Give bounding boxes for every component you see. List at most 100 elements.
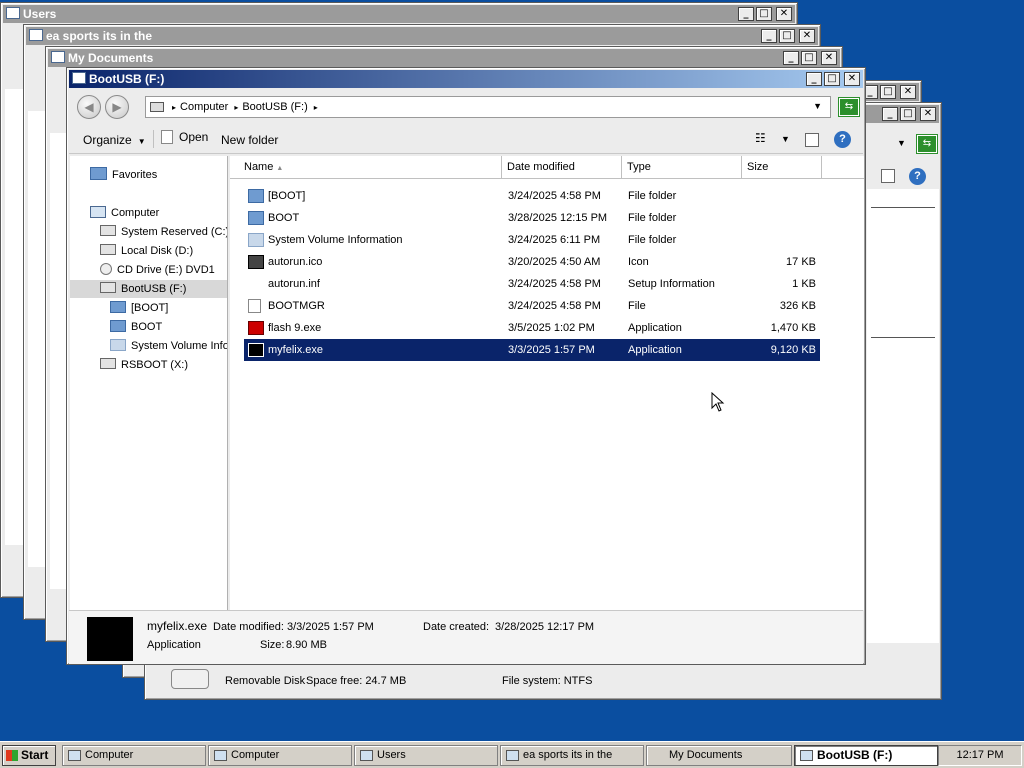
tree-item-system-reserved[interactable]: System Reserved (C:): [100, 223, 227, 241]
window-bootusb[interactable]: BootUSB (F:) _ □ ✕ ◀ ▶ ▸ Computer ▸ BootUS…: [66, 67, 866, 665]
minimize-button[interactable]: _: [882, 107, 898, 121]
taskbar-item-label: BootUSB (F:): [817, 748, 893, 762]
close-button[interactable]: ✕: [776, 7, 792, 21]
maximize-button[interactable]: □: [756, 7, 772, 21]
tree-label: Favorites: [112, 169, 158, 181]
chevron-down-icon: ▼: [137, 137, 146, 146]
tree-item-bootusb[interactable]: BootUSB (F:): [70, 280, 227, 298]
taskbar-item-label: ea sports its in the: [523, 749, 613, 761]
file-row[interactable]: BOOTMGR 3/24/2025 4:58 PM File 326 KB: [244, 295, 820, 317]
back-button[interactable]: ◀: [77, 95, 101, 119]
tree-item-boot[interactable]: BOOT: [110, 318, 162, 336]
column-header-name[interactable]: Name ▲: [230, 156, 502, 179]
file-row-selected[interactable]: myfelix.exe 3/3/2025 1:57 PM Application 9,…: [244, 339, 820, 361]
help-icon[interactable]: ?: [834, 131, 851, 148]
file-row[interactable]: autorun.inf 3/24/2025 4:58 PM Setup Inform…: [244, 273, 820, 295]
tree-label: BootUSB (F:): [121, 283, 187, 295]
details-pane: myfelix.exe Date modified: 3/3/2025 1:57…: [69, 610, 863, 664]
tree-item-boot-bracket[interactable]: [BOOT]: [110, 299, 168, 317]
file-name: System Volume Information: [268, 234, 403, 246]
mouse-cursor-icon: [711, 392, 725, 412]
chevron-right-icon[interactable]: ▸: [234, 103, 238, 112]
window-titlebar[interactable]: ea sports its in the _ □ ✕: [26, 27, 818, 45]
file-type: Application: [628, 322, 682, 334]
maximize-button[interactable]: □: [801, 51, 817, 65]
tree-item-cd-drive[interactable]: CD Drive (E:) DVD1: [100, 261, 215, 279]
details-file-name: myfelix.exe: [147, 619, 208, 633]
file-row[interactable]: autorun.ico 3/20/2025 4:50 AM Icon 17 KB: [244, 251, 820, 273]
maximize-button[interactable]: □: [779, 29, 795, 43]
taskbar-item-users[interactable]: Users: [354, 745, 498, 766]
tree-label: Computer: [111, 207, 160, 219]
taskbar-item-ea-sports[interactable]: ea sports its in the: [500, 745, 644, 766]
close-button[interactable]: ✕: [844, 72, 860, 86]
tree-label: RSBOOT (X:): [121, 359, 189, 371]
taskbar-item-label: Computer: [231, 749, 280, 761]
window-content: [867, 189, 939, 643]
file-row[interactable]: flash 9.exe 3/5/2025 1:02 PM Application 1,…: [244, 317, 820, 339]
preview-pane-icon[interactable]: [881, 169, 895, 183]
file-row[interactable]: System Volume Information 3/24/2025 6:11 …: [244, 229, 820, 251]
folder-icon: [110, 301, 126, 313]
maximize-button[interactable]: □: [900, 107, 916, 121]
preview-pane-icon[interactable]: [805, 133, 819, 147]
computer-icon: [68, 750, 81, 761]
chevron-right-icon[interactable]: ▸: [314, 103, 318, 112]
file-row[interactable]: BOOT 3/28/2025 12:15 PM File folder: [244, 207, 820, 229]
window-titlebar[interactable]: BootUSB (F:) _ □ ✕: [69, 70, 863, 88]
window-titlebar[interactable]: My Documents _ □ ✕: [48, 49, 840, 67]
maximize-button[interactable]: □: [880, 85, 896, 99]
folder-icon: [506, 750, 519, 761]
tree-item-favorites[interactable]: Favorites: [90, 166, 157, 184]
address-dropdown-icon[interactable]: ▼: [813, 101, 822, 111]
folder-icon: [110, 339, 126, 351]
chevron-down-icon[interactable]: ▼: [781, 134, 790, 144]
chevron-right-icon[interactable]: ▸: [172, 103, 176, 112]
minimize-button[interactable]: _: [806, 72, 822, 86]
minimize-button[interactable]: _: [738, 7, 754, 21]
start-button[interactable]: Start: [2, 745, 56, 766]
close-button[interactable]: ✕: [821, 51, 837, 65]
details-size-value: 8.90 MB: [286, 639, 327, 651]
column-label: Size: [747, 161, 769, 173]
tree-item-rsboot[interactable]: RSBOOT (X:): [100, 356, 188, 374]
go-button[interactable]: ⇆: [916, 134, 938, 154]
folder-icon: [248, 189, 264, 203]
open-button[interactable]: Open: [161, 130, 208, 144]
breadcrumb-bootusb[interactable]: BootUSB (F:): [242, 101, 307, 113]
file-date: 3/28/2025 12:15 PM: [508, 212, 608, 224]
window-titlebar[interactable]: Users _ □ ✕: [3, 5, 795, 23]
navigation-bar: ◀ ▶ ▸ Computer ▸ BootUSB (F:) ▸ ▼ ⇆: [69, 90, 863, 122]
minimize-button[interactable]: _: [761, 29, 777, 43]
view-options-icon[interactable]: ☷: [755, 131, 766, 145]
column-header-date[interactable]: Date modified: [502, 156, 622, 179]
close-button[interactable]: ✕: [799, 29, 815, 43]
column-header-type[interactable]: Type: [622, 156, 742, 179]
folder-icon: [360, 750, 373, 761]
tree-item-system-volume[interactable]: System Volume Information: [110, 337, 227, 355]
details-created-value: 3/28/2025 12:17 PM: [495, 621, 595, 633]
taskbar-item-computer-2[interactable]: Computer: [208, 745, 352, 766]
taskbar-item-computer-1[interactable]: Computer: [62, 745, 206, 766]
help-icon[interactable]: ?: [909, 168, 926, 185]
minimize-button[interactable]: _: [783, 51, 799, 65]
address-dropdown-icon[interactable]: ▼: [897, 138, 906, 148]
new-folder-button[interactable]: New folder: [221, 133, 278, 147]
tree-item-local-disk[interactable]: Local Disk (D:): [100, 242, 193, 260]
address-bar[interactable]: ▸ Computer ▸ BootUSB (F:) ▸ ▼: [145, 96, 831, 118]
maximize-button[interactable]: □: [824, 72, 840, 86]
column-header-size[interactable]: Size: [742, 156, 822, 179]
close-button[interactable]: ✕: [900, 85, 916, 99]
taskbar-item-bootusb[interactable]: BootUSB (F:): [794, 745, 938, 766]
organize-button[interactable]: Organize ▼: [83, 133, 146, 147]
forward-button[interactable]: ▶: [105, 95, 129, 119]
tree-item-computer[interactable]: Computer: [90, 204, 159, 222]
close-button[interactable]: ✕: [920, 107, 936, 121]
file-row[interactable]: [BOOT] 3/24/2025 4:58 PM File folder: [244, 185, 820, 207]
go-button[interactable]: ⇆: [838, 97, 860, 117]
breadcrumb-computer[interactable]: Computer: [180, 101, 228, 113]
computer-icon: [214, 750, 227, 761]
taskbar-item-my-documents[interactable]: My Documents: [646, 745, 792, 766]
sort-ascending-icon: ▲: [276, 165, 284, 172]
system-clock[interactable]: 12:17 PM: [938, 745, 1022, 766]
